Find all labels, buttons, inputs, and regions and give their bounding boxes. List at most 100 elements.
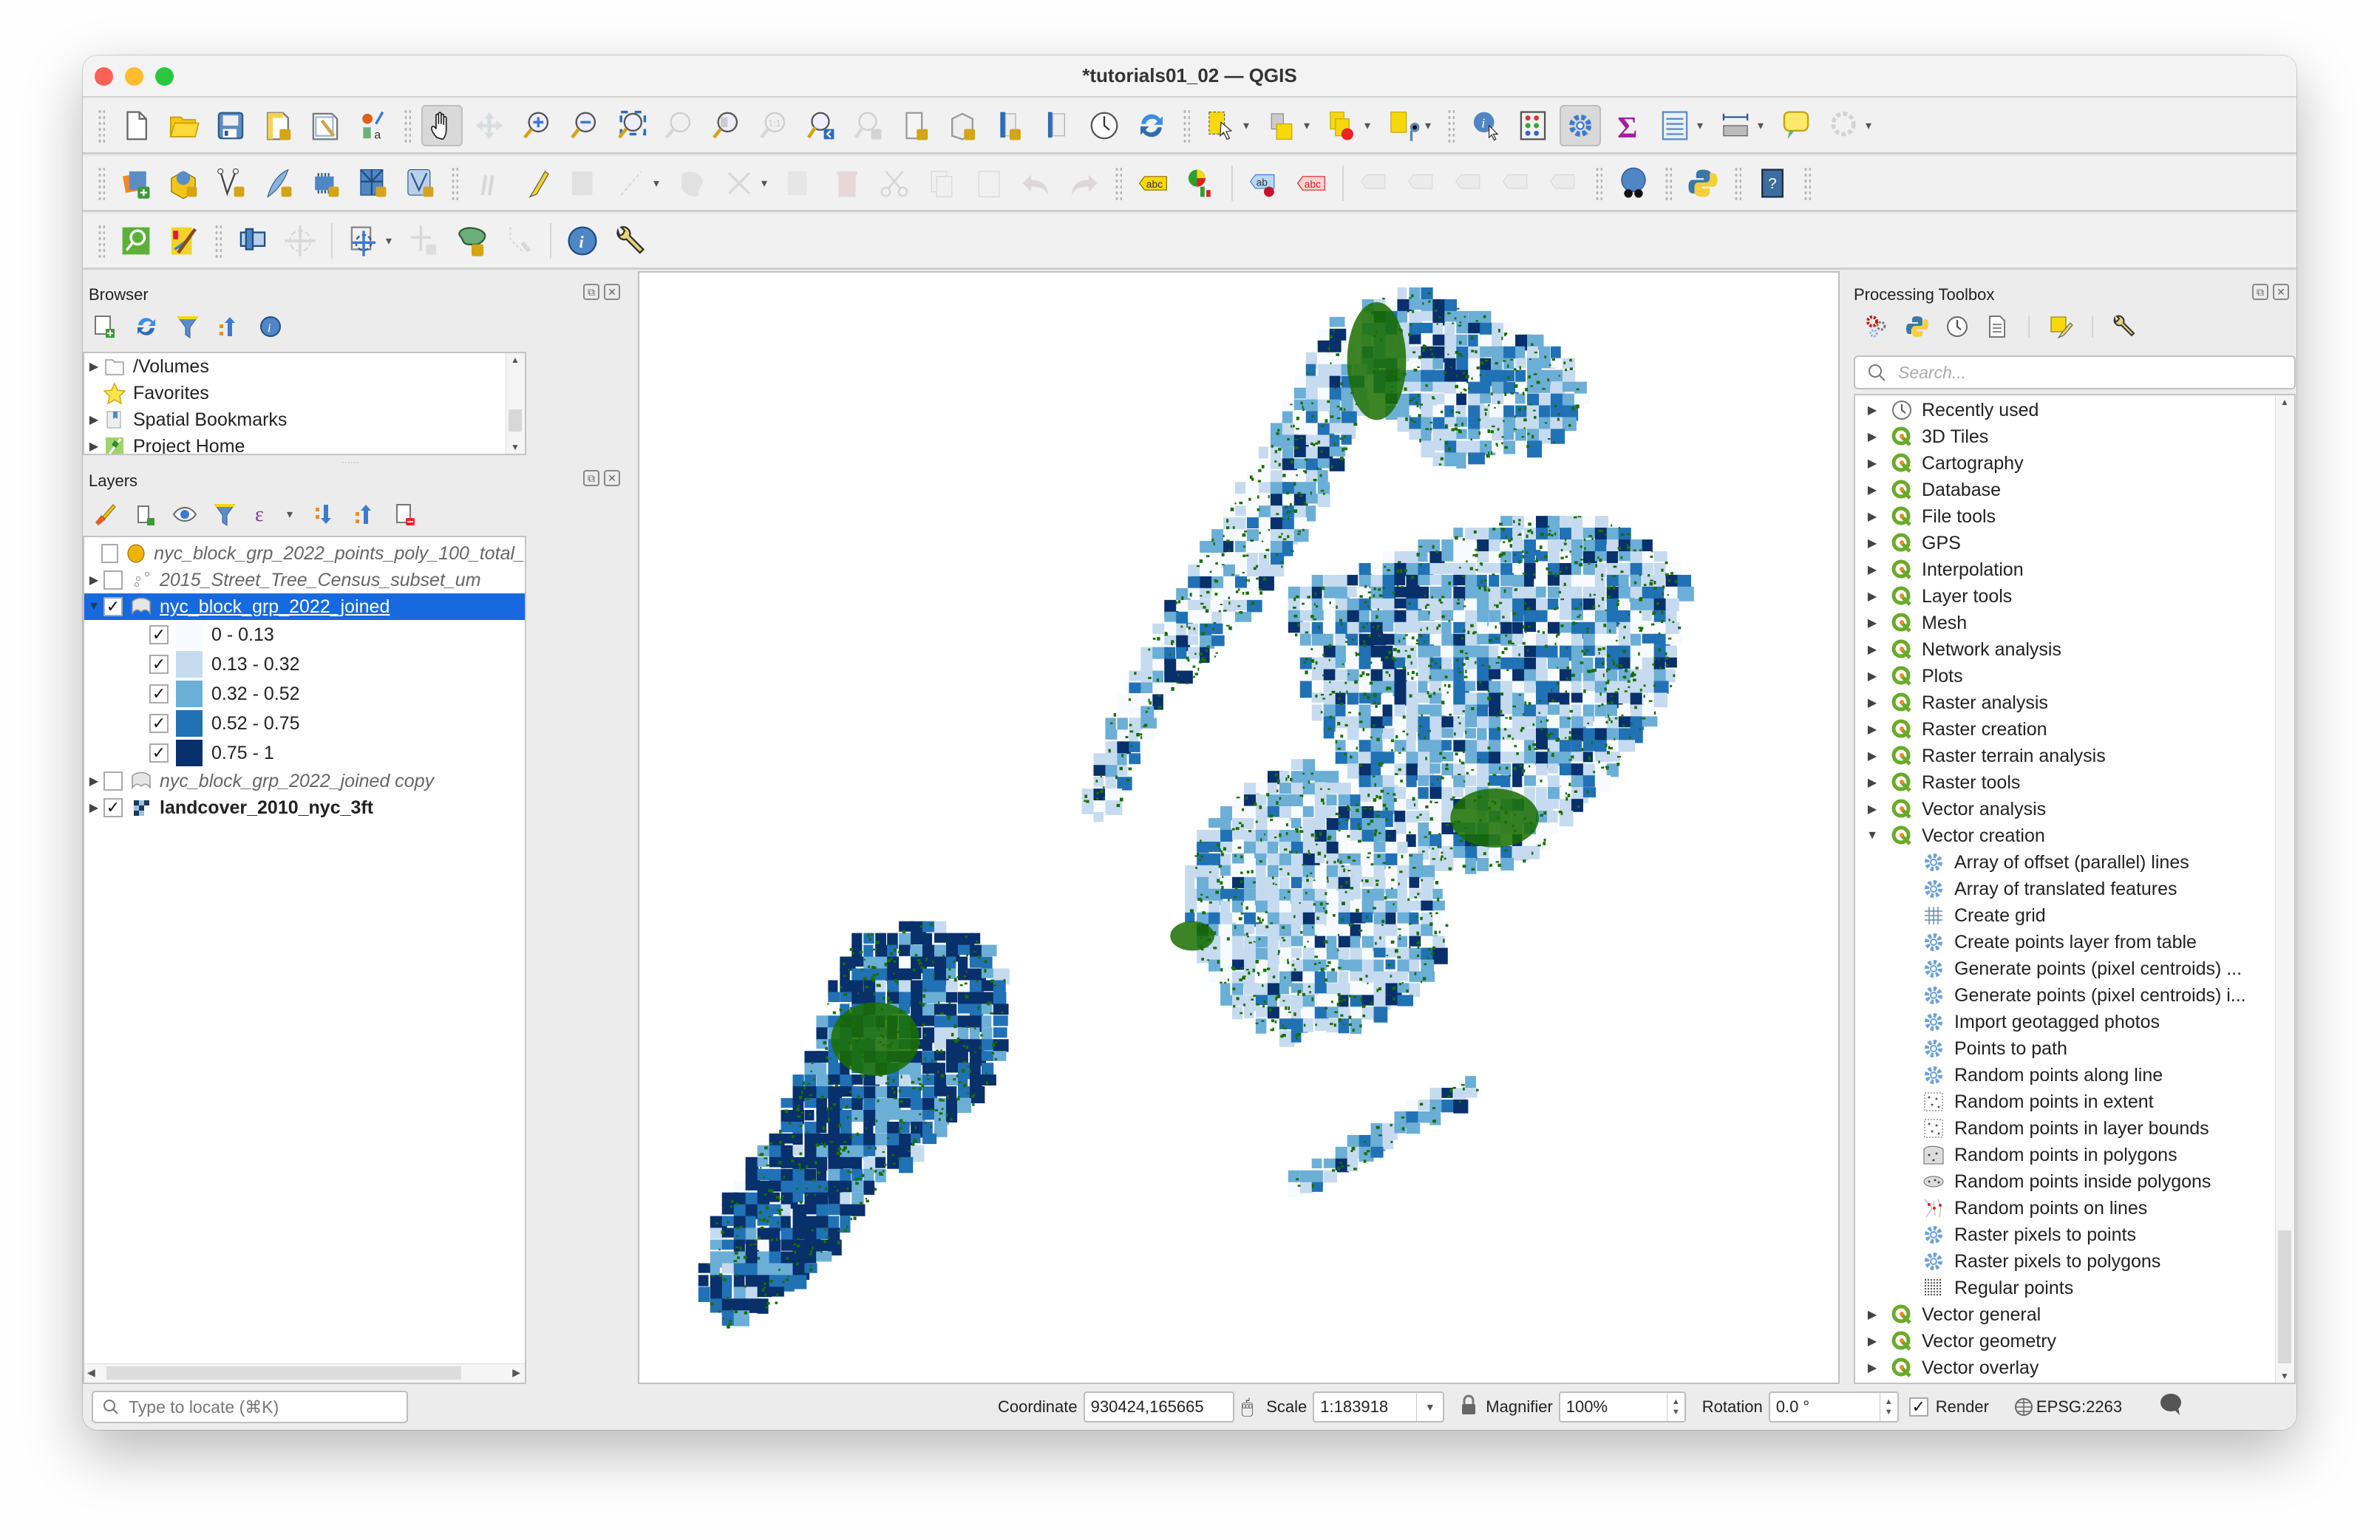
new-gps-layer-button[interactable] <box>399 163 441 204</box>
expand-arrow-icon[interactable]: ▶ <box>1863 775 1882 790</box>
new-3d-view-button[interactable] <box>1036 105 1078 146</box>
open-layer-styling-button[interactable] <box>92 501 118 528</box>
coordinate-field[interactable]: 930424,165665 <box>1083 1391 1234 1423</box>
new-print-layout-button[interactable] <box>257 105 299 146</box>
expand-arrow-icon[interactable]: ▶ <box>84 573 103 587</box>
processing-group[interactable]: ▶ Cartography <box>1855 450 2294 477</box>
deselect-features-button[interactable] <box>1322 105 1363 146</box>
toolbar-grip[interactable] <box>1734 166 1741 200</box>
minimize-window-button[interactable] <box>125 67 143 86</box>
expand-arrow-icon[interactable]: ▶ <box>1863 802 1882 817</box>
chevron-down-icon[interactable]: ▾ <box>287 507 299 522</box>
pan-to-selection-button[interactable] <box>469 105 510 146</box>
toolbar-grip[interactable] <box>1803 166 1811 200</box>
scrollbar-thumb[interactable] <box>106 1366 461 1380</box>
expand-arrow-icon[interactable]: ▶ <box>1863 509 1882 524</box>
processing-group[interactable]: ▶ 3D Tiles <box>1855 423 2294 450</box>
legend-class-item[interactable]: ✓ 0.52 - 0.75 <box>84 709 525 738</box>
scroll-left-icon[interactable]: ◀ <box>87 1366 95 1379</box>
refresh-browser-button[interactable] <box>133 313 160 340</box>
processing-group[interactable]: ▶ Mesh <box>1855 610 2294 636</box>
tools-button[interactable] <box>609 220 650 262</box>
new-geopackage-layer-button[interactable] <box>163 163 204 204</box>
help-button[interactable]: ? <box>1752 163 1793 204</box>
processing-algorithm[interactable]: Random points in polygons <box>1855 1142 2294 1168</box>
expand-arrow-icon[interactable]: ▶ <box>1863 1360 1882 1375</box>
processing-group[interactable]: ▶ Vector general <box>1855 1301 2294 1328</box>
processing-group[interactable]: ▶ Interpolation <box>1855 556 2294 583</box>
processing-group[interactable]: ▶ Raster tools <box>1855 769 2294 796</box>
legend-class-checkbox[interactable]: ✓ <box>149 714 169 733</box>
pin-labels-button[interactable] <box>1354 163 1395 204</box>
cut-features-button[interactable] <box>874 163 915 204</box>
expand-arrow-icon[interactable]: ▶ <box>84 439 103 454</box>
toolbar-grip[interactable] <box>1665 166 1672 200</box>
expand-arrow-icon[interactable]: ▶ <box>1863 1334 1882 1349</box>
layer-visibility-checkbox[interactable]: ✓ <box>103 798 123 817</box>
identify-features-button[interactable]: i <box>1465 105 1506 146</box>
expand-all-button[interactable] <box>312 501 339 528</box>
select-by-value-button[interactable] <box>1261 105 1302 146</box>
layer-item[interactable]: ▶ 2015_Street_Tree_Census_subset_um <box>84 567 525 593</box>
add-part-button[interactable] <box>404 220 445 262</box>
python-console-button[interactable] <box>1682 163 1724 204</box>
text-annotation-button[interactable] <box>1775 105 1817 146</box>
select-by-location-button[interactable] <box>1382 105 1424 146</box>
toolbar-grip[interactable] <box>1183 109 1190 143</box>
metasearch-button[interactable] <box>1613 163 1654 204</box>
add-ring-button[interactable] <box>343 220 384 262</box>
processing-group[interactable]: ▶ Layer tools <box>1855 583 2294 610</box>
expand-arrow-icon[interactable]: ▶ <box>1863 483 1882 497</box>
processing-algorithm[interactable]: Create grid <box>1855 902 2294 929</box>
attributes-calculator-button[interactable] <box>1512 105 1554 146</box>
float-panel-icon[interactable]: ⧉ <box>583 470 599 486</box>
legend-class-item[interactable]: ✓ 0 - 0.13 <box>84 620 525 650</box>
processing-toolbox-button[interactable] <box>1560 105 1601 146</box>
copy-features-button[interactable] <box>921 163 962 204</box>
chevron-down-icon[interactable]: ▾ <box>1697 118 1709 133</box>
zoom-to-coordinates-button[interactable] <box>232 220 273 262</box>
temporal-controller-button[interactable] <box>1084 105 1125 146</box>
zoom-native-button[interactable]: 1:1 <box>752 105 794 146</box>
chevron-down-icon[interactable]: ▾ <box>653 176 665 191</box>
modify-attributes-button[interactable] <box>718 163 760 204</box>
locator-search-input[interactable]: Type to locate (⌘K) <box>92 1391 408 1423</box>
expand-arrow-icon[interactable]: ▶ <box>1863 642 1882 657</box>
new-mesh-layer-button[interactable] <box>352 163 393 204</box>
chevron-down-icon[interactable]: ▾ <box>1364 118 1376 133</box>
enable-properties-button[interactable]: i <box>257 313 284 340</box>
show-bookmarks-button[interactable] <box>942 105 983 146</box>
processing-algorithm[interactable]: Array of offset (parallel) lines <box>1855 849 2294 876</box>
new-project-button[interactable] <box>115 105 157 146</box>
show-labels-button[interactable] <box>1401 163 1443 204</box>
zoom-out-button[interactable] <box>563 105 605 146</box>
expand-arrow-icon[interactable]: ▶ <box>1863 669 1882 684</box>
toolbar-grip[interactable] <box>98 109 105 143</box>
scrollbar-thumb[interactable] <box>509 409 522 432</box>
collapse-arrow-icon[interactable]: ▼ <box>1863 829 1882 842</box>
legend-class-checkbox[interactable]: ✓ <box>149 743 169 763</box>
layer-item[interactable]: ▶ ✓ landcover_2010_nyc_3ft <box>84 794 525 821</box>
scrollbar-thumb[interactable] <box>2278 1230 2291 1363</box>
zoom-full-button[interactable] <box>611 105 652 146</box>
float-panel-icon[interactable]: ⧉ <box>2252 284 2268 300</box>
magnifier-spinbox[interactable]: 100% ▲ ▼ <box>1558 1391 1686 1423</box>
browser-item[interactable]: ▶/Volumes <box>84 353 525 380</box>
chevron-down-icon[interactable]: ▾ <box>1243 118 1255 133</box>
browser-item[interactable]: ▶ Project Home <box>84 433 525 454</box>
expand-arrow-icon[interactable]: ▶ <box>1863 536 1882 551</box>
split-parts-button[interactable] <box>498 220 540 262</box>
move-label-button[interactable] <box>1449 163 1490 204</box>
close-panel-icon[interactable]: ✕ <box>604 284 620 300</box>
collapse-all-button[interactable] <box>216 313 242 340</box>
chevron-down-icon[interactable]: ▾ <box>1304 118 1316 133</box>
scale-combobox[interactable]: 1:183918 ▼ <box>1313 1391 1445 1423</box>
label-settings-button[interactable]: abc <box>1132 163 1174 204</box>
toolbar-grip[interactable] <box>98 166 105 200</box>
layer-item[interactable]: nyc_block_grp_2022_points_poly_100_total… <box>84 540 525 567</box>
select-features-button[interactable] <box>1200 105 1242 146</box>
expand-arrow-icon[interactable]: ▶ <box>1863 616 1882 630</box>
processing-group[interactable]: ▶ Vector overlay <box>1855 1355 2294 1381</box>
data-source-manager-button[interactable] <box>115 163 157 204</box>
refresh-button[interactable] <box>1131 105 1172 146</box>
